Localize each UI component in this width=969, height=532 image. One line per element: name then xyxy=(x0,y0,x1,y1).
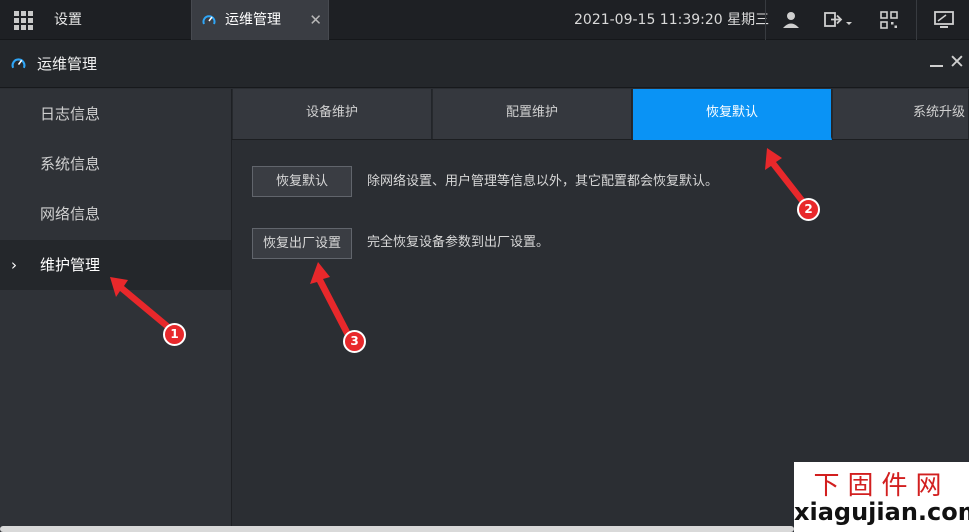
annotation-marker-3: 3 xyxy=(343,330,366,353)
factory-reset-description: 完全恢复设备参数到出厂设置。 xyxy=(367,235,550,250)
sidebar-item-label: 维护管理 xyxy=(40,256,101,274)
watermark: 下固件网 xiagujian.com xyxy=(794,462,969,532)
horizontal-scrollbar[interactable] xyxy=(0,526,794,532)
minimize-icon[interactable] xyxy=(930,52,944,72)
close-window-icon[interactable]: ✕ xyxy=(949,49,965,75)
qr-code-icon[interactable] xyxy=(878,9,900,31)
tab-config-maintenance[interactable]: 配置维护 xyxy=(433,89,632,140)
sidebar-item-logs[interactable]: 日志信息 xyxy=(0,89,231,139)
restore-default-button[interactable]: 恢复默认 xyxy=(252,166,352,197)
main-tabs: 设备维护 配置维护 恢复默认 系统升级 xyxy=(232,89,969,140)
sidebar-item-label: 网络信息 xyxy=(40,205,101,223)
restore-default-description: 除网络设置、用户管理等信息以外，其它配置都会恢复默认。 xyxy=(367,174,719,189)
separator xyxy=(916,0,917,40)
tab-restore-default[interactable]: 恢复默认 xyxy=(633,89,832,140)
sidebar-item-label: 系统信息 xyxy=(40,155,101,173)
window-title: 运维管理 xyxy=(37,55,98,73)
tab-label: 运维管理 xyxy=(225,12,281,28)
user-icon[interactable] xyxy=(780,9,802,31)
sidebar-item-label: 日志信息 xyxy=(40,105,101,123)
tab-system-upgrade[interactable]: 系统升级 xyxy=(833,89,969,140)
tab-device-maintenance[interactable]: 设备维护 xyxy=(233,89,432,140)
monitor-icon[interactable] xyxy=(933,9,955,31)
watermark-en: xiagujian.com xyxy=(794,498,969,526)
sidebar-item-network-info[interactable]: 网络信息 xyxy=(0,189,231,239)
tab-ops-management[interactable]: 运维管理 ✕ xyxy=(191,0,329,40)
gauge-icon xyxy=(11,58,26,69)
tab-settings[interactable]: 设置 xyxy=(54,0,82,40)
factory-reset-button[interactable]: 恢复出厂设置 xyxy=(252,228,352,259)
close-tab-icon[interactable]: ✕ xyxy=(309,0,322,40)
logout-icon[interactable] xyxy=(822,9,856,31)
sidebar-item-maintenance[interactable]: › 维护管理 xyxy=(0,240,231,290)
gauge-icon xyxy=(202,15,216,25)
grid-icon[interactable] xyxy=(14,11,33,30)
watermark-cn: 下固件网 xyxy=(813,471,950,501)
annotation-marker-1: 1 xyxy=(163,323,186,346)
separator xyxy=(765,0,766,40)
chevron-right-icon: › xyxy=(11,256,17,274)
annotation-marker-2: 2 xyxy=(797,198,820,221)
top-bar: 设置 运维管理 ✕ 2021-09-15 11:39:20 星期三 xyxy=(0,0,969,40)
window-header: 运维管理 ✕ xyxy=(0,40,969,88)
sidebar-item-system-info[interactable]: 系统信息 xyxy=(0,139,231,189)
sidebar: 日志信息 系统信息 网络信息 › 维护管理 xyxy=(0,89,232,532)
datetime: 2021-09-15 11:39:20 星期三 xyxy=(574,12,770,28)
